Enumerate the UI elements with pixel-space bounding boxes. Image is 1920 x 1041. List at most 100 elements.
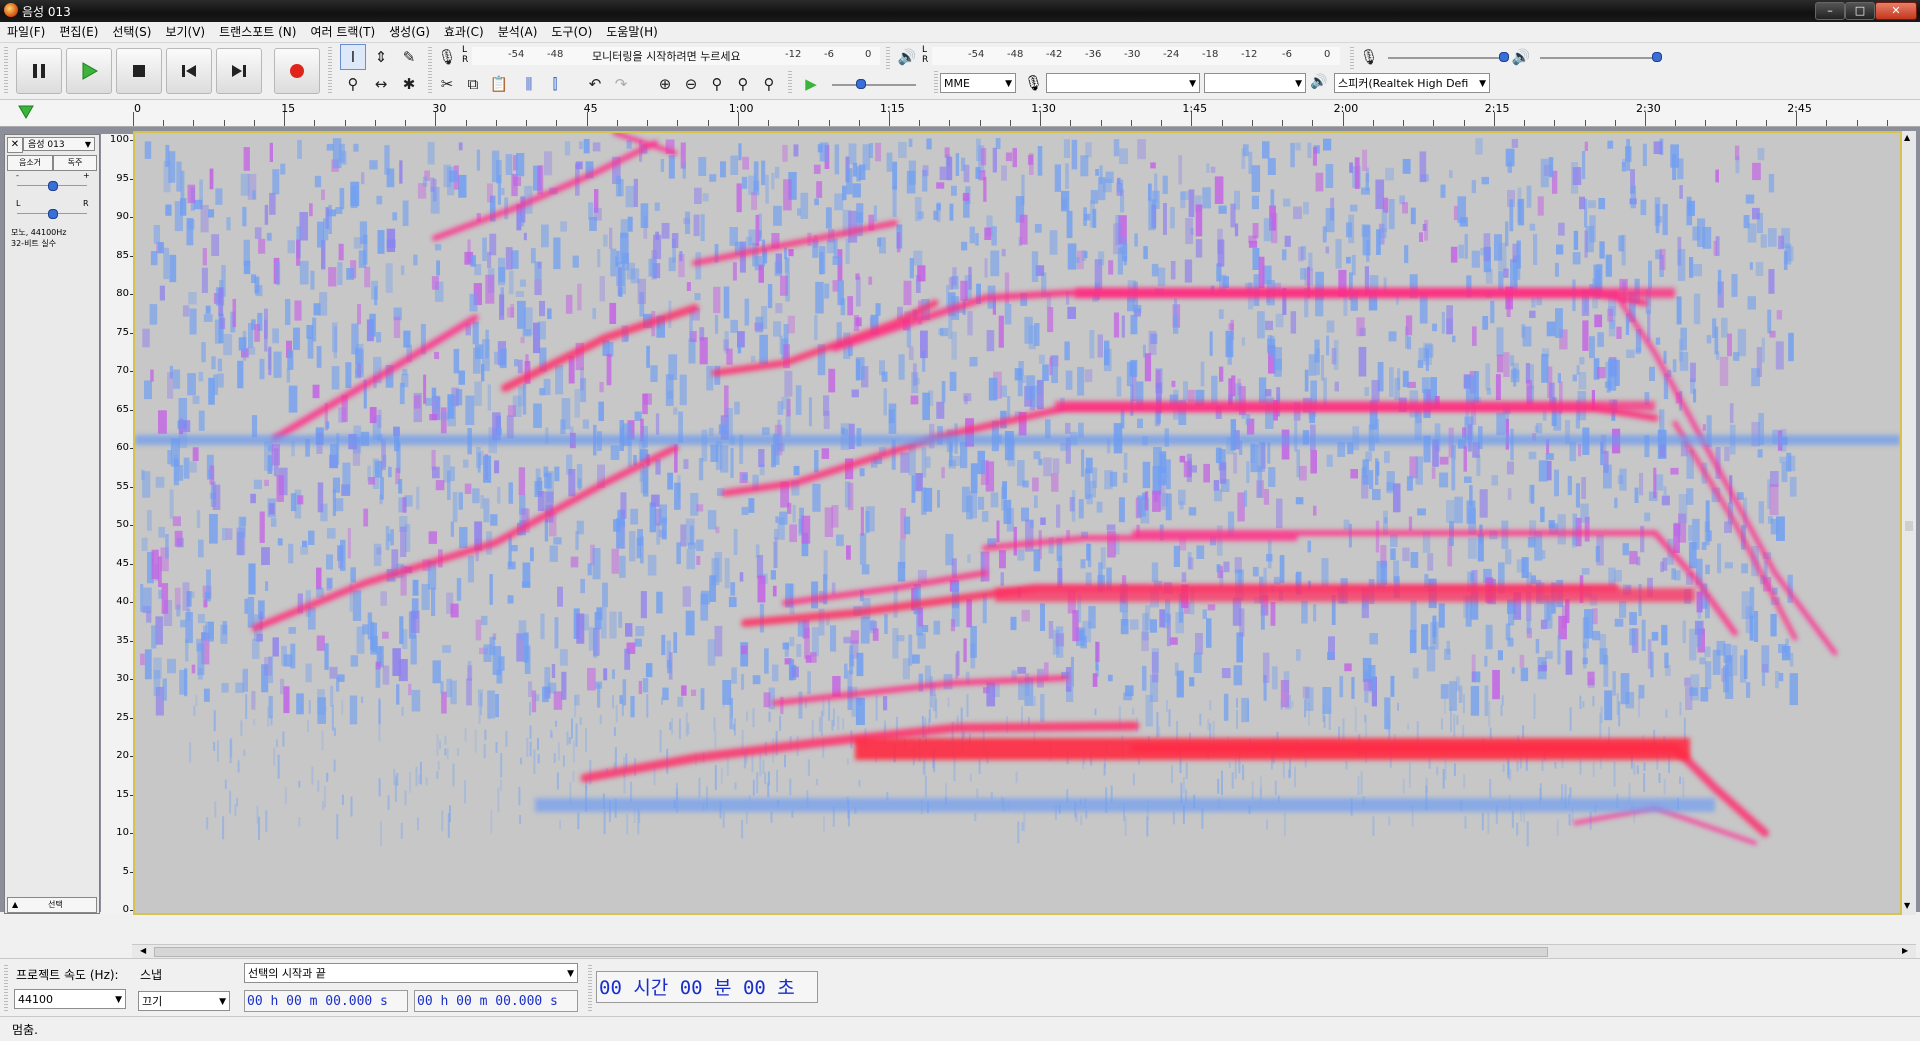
- ruler-minor-tick: [1675, 120, 1677, 126]
- time-shift-tool[interactable]: ↔: [368, 71, 394, 97]
- vertical-scrollbar[interactable]: ▲ ▼: [1902, 131, 1916, 915]
- maximize-button[interactable]: □: [1845, 2, 1875, 20]
- gain-knob[interactable]: [48, 181, 58, 191]
- pan-knob[interactable]: [48, 209, 58, 219]
- track-select-button[interactable]: ▲ 선택: [7, 897, 97, 913]
- menu-transport[interactable]: 트랜스포트 (N): [212, 22, 303, 42]
- collapse-arrow-icon[interactable]: ▲: [12, 898, 18, 912]
- menu-generate[interactable]: 생성(G): [382, 22, 437, 42]
- zoom-in-icon: ⊕: [658, 75, 672, 93]
- menu-help[interactable]: 도움말(H): [599, 22, 665, 42]
- gain-plus-label: +: [83, 171, 90, 180]
- menu-analyze[interactable]: 분석(A): [491, 22, 545, 42]
- scroll-left-icon[interactable]: ◀: [140, 946, 146, 955]
- fit-selection-button[interactable]: ⚲: [704, 71, 730, 97]
- playback-scale-tick: -42: [1046, 49, 1063, 60]
- paste-button[interactable]: 📋: [486, 71, 512, 97]
- pause-button[interactable]: [16, 48, 62, 94]
- zoom-out-button[interactable]: ⊖: [678, 71, 704, 97]
- project-rate-select[interactable]: 44100 ▼: [14, 989, 126, 1009]
- multi-tool[interactable]: ✱: [396, 71, 422, 97]
- selection-end-time[interactable]: 00 h 00 m 00.000 s: [414, 990, 578, 1012]
- frequency-axis[interactable]: 100 95 90 85 80 75 70 65 60 55 50 45 40 35 30 25 20 15 10 5…: [101, 134, 134, 915]
- audio-position-time[interactable]: 00 시간 00 분 00 초: [596, 971, 818, 1003]
- vertical-scroll-thumb[interactable]: [1905, 521, 1913, 531]
- stop-button[interactable]: [116, 48, 162, 94]
- recording-channels-select[interactable]: ▼: [1204, 73, 1306, 93]
- zoom-toggle-button[interactable]: ⚲: [756, 71, 782, 97]
- record-meter[interactable]: -54 -48 -12 -6 0 모니터링을 시작하려면 누르세요: [472, 47, 880, 65]
- menu-select[interactable]: 선택(S): [105, 22, 158, 42]
- trim-button[interactable]: ⫼: [516, 71, 542, 97]
- toolbar-grip[interactable]: [934, 71, 938, 93]
- track-name-menu[interactable]: 음성 013 ▼: [23, 137, 95, 151]
- playback-meter[interactable]: -54 -48 -42 -36 -30 -24 -18 -12 -6 0: [932, 47, 1340, 65]
- ruler-minor-tick: [1705, 120, 1707, 126]
- menu-effect[interactable]: 효과(C): [437, 22, 491, 42]
- horizontal-scrollbar[interactable]: ◀ ▶: [132, 944, 1916, 959]
- menu-tools[interactable]: 도구(O): [544, 22, 599, 42]
- undo-button[interactable]: ↶: [582, 71, 608, 97]
- timeline-ruler[interactable]: 0 15 30 45 1:00 1:15 1:30 1:45 2:00 2:15 2:30 2:45: [0, 100, 1920, 127]
- toolbar-grip[interactable]: [428, 71, 432, 93]
- track-close-button[interactable]: ✕: [7, 137, 23, 153]
- menu-edit[interactable]: 편집(E): [52, 22, 105, 42]
- scroll-up-icon[interactable]: ▲: [1904, 133, 1910, 142]
- toolbar-grip[interactable]: [886, 47, 890, 69]
- toolbar-grip[interactable]: [4, 965, 8, 1011]
- skip-end-button[interactable]: [216, 48, 262, 94]
- monitoring-hint: 모니터링을 시작하려면 누르세요: [592, 50, 741, 63]
- copy-button[interactable]: ⧉: [460, 71, 486, 97]
- record-button[interactable]: [274, 48, 320, 94]
- draw-tool[interactable]: ✎: [396, 44, 422, 70]
- toolbar-grip[interactable]: [4, 47, 8, 95]
- record-meter-button[interactable]: 🎙: [434, 44, 460, 70]
- zoom-tool[interactable]: ⚲: [340, 71, 366, 97]
- recording-device-select[interactable]: ▼: [1046, 73, 1200, 93]
- scroll-down-icon[interactable]: ▼: [1904, 901, 1910, 910]
- spectrogram-view[interactable]: [133, 131, 1902, 915]
- play-speed-slider[interactable]: [832, 84, 916, 86]
- toolbar-grip[interactable]: [428, 47, 432, 69]
- playback-meter-button[interactable]: 🔊: [894, 44, 920, 70]
- horizontal-scroll-thumb[interactable]: [154, 947, 1548, 957]
- minimize-button[interactable]: –: [1815, 2, 1845, 20]
- toolbar-grip[interactable]: [328, 47, 332, 95]
- recording-volume-slider[interactable]: [1388, 57, 1508, 59]
- silence-button[interactable]: ⫿: [542, 71, 568, 97]
- menu-file[interactable]: 파일(F): [0, 22, 52, 42]
- playback-device-select[interactable]: 스피커(Realtek High Defi ▼: [1334, 73, 1490, 93]
- playback-scale-tick: -48: [1007, 49, 1024, 60]
- redo-button[interactable]: ↷: [608, 71, 634, 97]
- close-button[interactable]: ✕: [1875, 2, 1917, 20]
- toolbar-grip[interactable]: [788, 71, 792, 93]
- play-button[interactable]: [66, 48, 112, 94]
- menu-tracks[interactable]: 여러 트랙(T): [303, 22, 382, 42]
- play-at-speed-button[interactable]: ▶: [798, 71, 824, 97]
- selection-start-time[interactable]: 00 h 00 m 00.000 s: [244, 990, 408, 1012]
- toolbar-grip[interactable]: [1350, 47, 1354, 69]
- snap-select[interactable]: 끄기 ▼: [138, 991, 230, 1011]
- envelope-tool[interactable]: ⇕: [368, 44, 394, 70]
- playback-volume-knob[interactable]: [1652, 52, 1662, 62]
- magnifier-icon: ⚲: [347, 75, 359, 93]
- solo-button[interactable]: 독주: [53, 155, 97, 171]
- playback-scale-tick: -30: [1124, 49, 1141, 60]
- mute-button[interactable]: 음소거: [7, 155, 53, 171]
- scroll-right-icon[interactable]: ▶: [1902, 946, 1908, 955]
- skip-start-button[interactable]: [166, 48, 212, 94]
- snap-value: 끄기: [142, 995, 163, 1008]
- menu-view[interactable]: 보기(V): [158, 22, 212, 42]
- play-speed-knob[interactable]: [856, 79, 866, 89]
- cut-button[interactable]: ✂: [434, 71, 460, 97]
- playback-volume-slider[interactable]: [1540, 57, 1660, 59]
- pencil-icon: ✎: [402, 48, 416, 66]
- ruler-minor-tick: [1614, 120, 1616, 126]
- toolbar-grip[interactable]: [588, 965, 592, 1011]
- selection-mode-select[interactable]: 선택의 시작과 끝 ▼: [244, 963, 578, 983]
- fit-project-button[interactable]: ⚲: [730, 71, 756, 97]
- zoom-in-button[interactable]: ⊕: [652, 71, 678, 97]
- audio-host-select[interactable]: MME ▼: [940, 73, 1016, 93]
- selection-tool[interactable]: I: [340, 44, 366, 70]
- pinned-play-head-icon[interactable]: [18, 104, 34, 120]
